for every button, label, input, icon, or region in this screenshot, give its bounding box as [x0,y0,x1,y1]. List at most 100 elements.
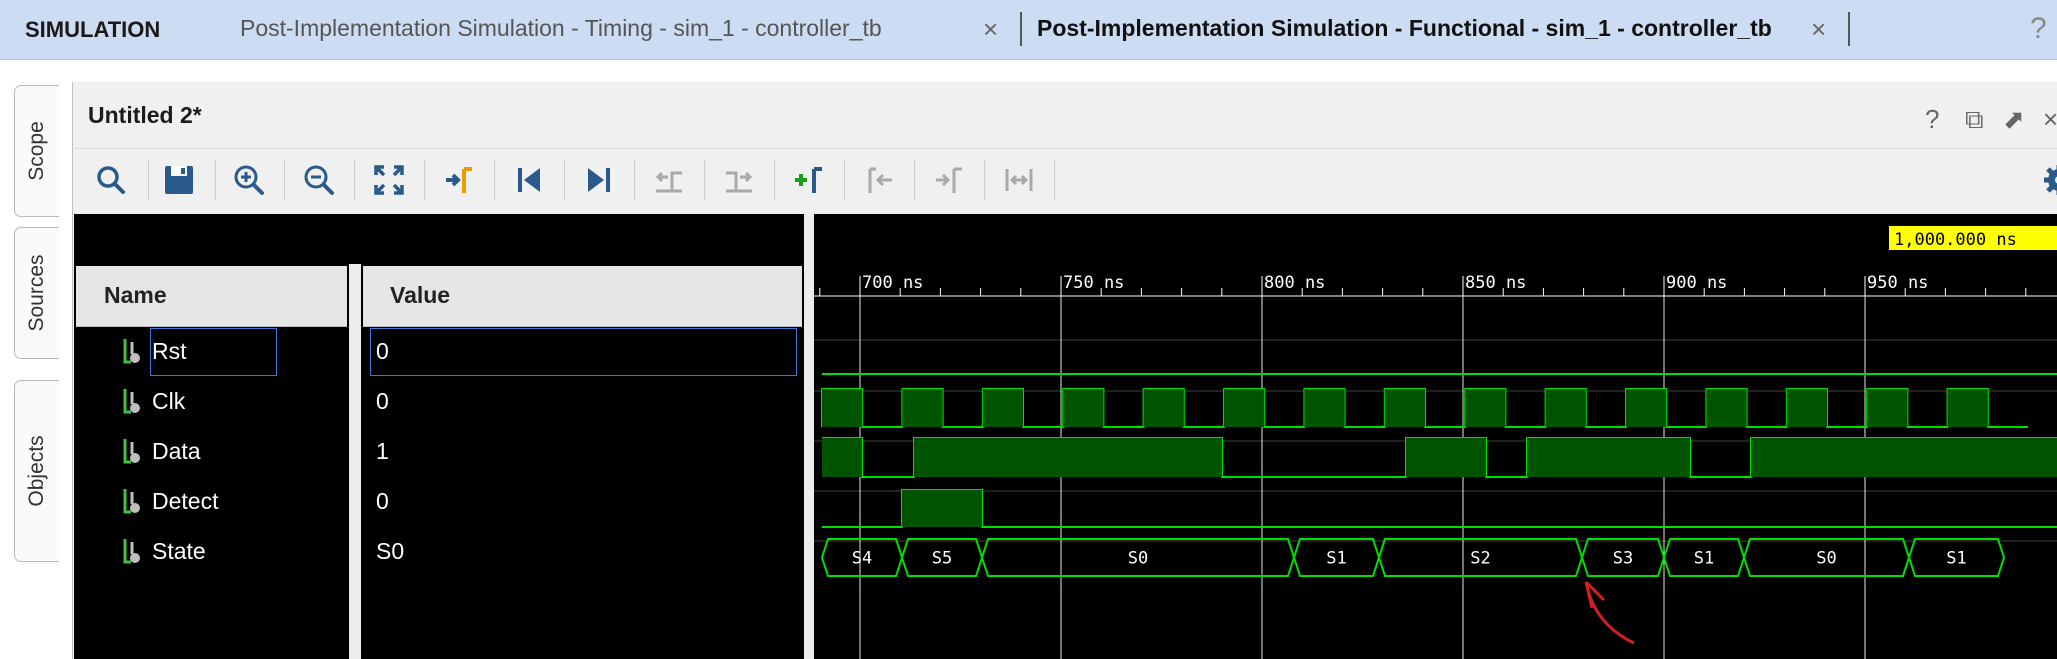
signal-value: S0 [376,538,405,564]
clk-high [1786,389,1827,427]
panel-help-icon[interactable]: ? [1925,104,1939,135]
state-label: S1 [1946,549,1966,569]
clk-high [1867,389,1908,427]
name-column-label: Name [104,282,167,308]
zoom-out-icon[interactable] [295,158,343,202]
toolbar-separator [704,160,705,200]
restore-icon[interactable]: ⧉ [1965,104,1984,136]
state-label: S0 [1816,549,1836,569]
side-tab-strip: Scope Sources Objects [0,60,72,659]
panel-close-icon[interactable]: × [2043,104,2057,135]
data-high [1406,438,1486,477]
data-high [914,438,1222,477]
data-high [1751,438,2057,477]
go-to-cursor-icon[interactable] [435,158,483,202]
state-label: S5 [932,549,952,569]
state-label: S4 [852,549,872,569]
signal-row-detect[interactable]: Detect [120,483,218,519]
time-label: 700 ns [862,273,923,293]
panel-title: Untitled 2* [88,102,202,128]
clk-high [1304,389,1345,427]
signal-row-rst[interactable]: Rst [120,333,187,369]
state-label: S1 [1326,549,1346,569]
side-tab-sources[interactable]: Sources [14,227,59,359]
go-to-end-icon[interactable] [575,158,623,202]
toolbar-separator [215,160,216,200]
search-icon[interactable] [87,158,135,202]
signal-name: Data [152,437,201,464]
toolbar-separator [844,160,845,200]
signal-icon [123,339,140,364]
previous-transition-icon[interactable] [645,158,693,202]
state-label: S2 [1470,549,1490,569]
tab-timing-simulation[interactable]: Post-Implementation Simulation - Timing … [240,15,882,42]
toolbar-separator [494,160,495,200]
data-high [822,438,862,477]
signal-icon [123,389,140,414]
divider [72,148,2057,149]
close-icon[interactable]: × [1811,14,1826,45]
time-label: 800 ns [1264,273,1325,293]
settings-icon[interactable] [2035,158,2057,202]
signal-name: Detect [152,487,219,514]
signal-row-clk[interactable]: Clk [120,383,185,419]
next-transition-icon[interactable] [715,158,763,202]
signal-row-state[interactable]: State [120,533,206,569]
column-divider[interactable] [349,264,361,659]
waveform-view[interactable]: 700 ns 750 ns 800 ns 850 ns 900 ns 950 ns 1,0… [814,214,2057,659]
toolbar-separator [984,160,985,200]
clk-high [1706,389,1747,427]
signal-name: Clk [152,387,186,414]
wave-header-strip [74,214,804,264]
clk-high [902,389,943,427]
previous-marker-icon[interactable] [855,158,903,202]
toolbar-separator [148,160,149,200]
zoom-fit-icon[interactable] [365,158,413,202]
pane-divider[interactable] [804,214,814,659]
close-icon[interactable]: × [983,14,998,45]
next-marker-icon[interactable] [925,158,973,202]
go-to-start-icon[interactable] [505,158,553,202]
add-marker-icon[interactable] [785,158,833,202]
clk-high [1545,389,1586,427]
signal-row-data[interactable]: Data [120,433,201,469]
toolbar-separator [564,160,565,200]
signal-name: Rst [152,337,187,364]
tab-functional-simulation[interactable]: Post-Implementation Simulation - Functio… [1037,15,1772,42]
signal-icon [123,439,140,464]
side-tab-objects[interactable]: Objects [14,380,59,562]
signal-value: 1 [376,438,389,464]
time-label: 950 ns [1867,273,1928,293]
clk-high [1947,389,1988,427]
save-icon[interactable] [155,158,203,202]
swap-cursors-icon[interactable] [995,158,1043,202]
toolbar-separator [284,160,285,200]
selected-value-box [370,328,797,376]
side-tab-scope[interactable]: Scope [14,85,59,217]
signal-icon [123,489,140,514]
help-icon[interactable]: ? [2030,12,2047,46]
zoom-in-icon[interactable] [225,158,273,202]
cursor-label: 1,000.000 ns [1889,226,2057,250]
time-label: 850 ns [1465,273,1526,293]
clk-high [1465,389,1506,427]
toolbar-separator [1054,160,1055,200]
state-label: S3 [1613,549,1633,569]
clk-high [1626,389,1667,427]
toolbar-separator [634,160,635,200]
simulation-section-label: SIMULATION [25,17,161,42]
toolbar-separator [354,160,355,200]
time-label: 900 ns [1666,273,1727,293]
clk-high [1143,389,1184,427]
detect-high [902,490,982,527]
tab-separator [1020,12,1022,46]
clk-high [1384,389,1425,427]
time-label: 750 ns [1063,273,1124,293]
float-icon[interactable]: ⬈ [2003,104,2025,135]
signal-value: 0 [376,338,389,364]
toolbar-separator [424,160,425,200]
state-label: S1 [1694,549,1714,569]
toolbar-separator [774,160,775,200]
cursor-time: 1,000.000 ns [1894,230,2017,250]
side-tab-label: Objects [25,435,48,507]
